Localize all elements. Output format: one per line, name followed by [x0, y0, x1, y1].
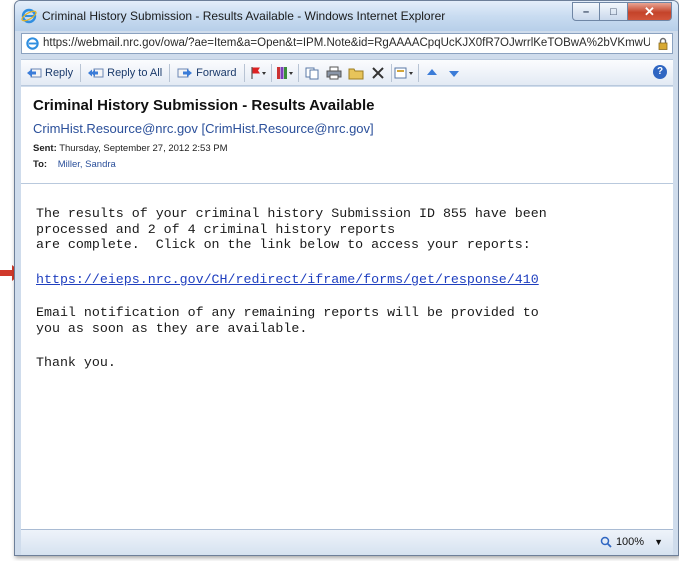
- lock-icon[interactable]: [658, 37, 668, 50]
- up-arrow-icon: [426, 68, 437, 75]
- body-line: Email notification of any remaining repo…: [36, 305, 539, 320]
- reply-button[interactable]: Reply: [21, 62, 78, 84]
- move-dropdown-button[interactable]: [394, 62, 416, 84]
- maximize-button[interactable]: □: [600, 2, 628, 21]
- message-actions-icon: [394, 67, 413, 78]
- folder-icon: [348, 68, 363, 79]
- toolbar-separator: [270, 63, 272, 82]
- message-sender[interactable]: CrimHist.Resource@nrc.gov [CrimHist.Reso…: [33, 121, 374, 136]
- flag-icon: [250, 66, 266, 79]
- toolbar-separator: [390, 63, 392, 82]
- next-item-button[interactable]: [443, 62, 465, 84]
- reply-all-button[interactable]: Reply to All: [83, 62, 167, 84]
- categories-icon: [276, 66, 293, 79]
- forward-label: Forward: [196, 66, 237, 79]
- body-line: you as soon as they are available.: [36, 320, 308, 336]
- recipient[interactable]: Miller, Sandra: [58, 159, 116, 170]
- body-line: are complete. Click on the link below to…: [36, 237, 531, 252]
- flag-dropdown-button[interactable]: [247, 62, 269, 84]
- minimize-button[interactable]: –: [572, 2, 600, 21]
- toolbar-separator: [297, 63, 299, 82]
- previous-item-button[interactable]: [421, 62, 443, 84]
- down-arrow-icon: [448, 70, 459, 77]
- toolbar-separator: [417, 63, 419, 82]
- chevron-down-icon[interactable]: ▼: [654, 537, 663, 547]
- delete-button[interactable]: [367, 62, 389, 84]
- sent-value: Thursday, September 27, 2012 2:53 PM: [59, 143, 228, 154]
- help-icon[interactable]: ?: [653, 65, 667, 79]
- printer-icon: [326, 66, 341, 79]
- address-bar[interactable]: https://webmail.nrc.gov/owa/?ae=Item&a=O…: [21, 33, 673, 54]
- sent-row: Sent: Thursday, September 27, 2012 2:53 …: [33, 143, 228, 154]
- move-to-folder-button[interactable]: [345, 62, 367, 84]
- window-title: Criminal History Submission - Results Av…: [42, 9, 446, 23]
- zoom-level: 100%: [615, 536, 645, 548]
- message-subject: Criminal History Submission - Results Av…: [33, 97, 375, 114]
- toolbar-separator: [243, 63, 245, 82]
- reply-label: Reply: [45, 66, 74, 79]
- body-line: The results of your criminal history Sub…: [36, 206, 547, 221]
- ie-logo-icon: [21, 8, 37, 24]
- message-toolbar: Reply Reply to All Forward ?: [21, 59, 673, 86]
- zoom-icon: [600, 536, 612, 548]
- forward-button[interactable]: Forward: [172, 62, 241, 84]
- forward-icon: [177, 68, 193, 77]
- toolbar-separator: [169, 63, 171, 82]
- message-header: Criminal History Submission - Results Av…: [21, 87, 673, 183]
- copy-button[interactable]: [301, 62, 323, 84]
- sent-label: Sent:: [33, 143, 57, 154]
- to-row: To: Miller, Sandra: [33, 159, 116, 170]
- message-body: The results of your criminal history Sub…: [21, 184, 673, 529]
- response-link[interactable]: https://eieps.nrc.gov/CH/redirect/iframe…: [36, 272, 539, 288]
- status-bar: 100% ▼: [21, 529, 673, 555]
- print-button[interactable]: [323, 62, 345, 84]
- categorize-button[interactable]: [274, 62, 296, 84]
- toolbar-separator: [80, 63, 82, 82]
- zoom-control[interactable]: 100% ▼: [600, 536, 663, 548]
- title-bar: Criminal History Submission - Results Av…: [15, 1, 678, 31]
- page-icon: [26, 37, 39, 50]
- body-line: processed and 2 of 4 criminal history re…: [36, 221, 396, 237]
- url-text[interactable]: https://webmail.nrc.gov/owa/?ae=Item&a=O…: [43, 37, 650, 49]
- copy-icon: [305, 67, 318, 79]
- reply-all-icon: [88, 68, 104, 77]
- close-button[interactable]: ✕: [628, 2, 672, 21]
- to-label: To:: [33, 159, 48, 170]
- reply-all-label: Reply to All: [107, 66, 163, 79]
- reply-icon: [27, 68, 42, 77]
- browser-window: Criminal History Submission - Results Av…: [14, 0, 679, 556]
- delete-x-icon: [371, 66, 384, 79]
- window-controls: – □ ✕: [572, 2, 672, 22]
- closing-line: Thank you.: [36, 355, 116, 370]
